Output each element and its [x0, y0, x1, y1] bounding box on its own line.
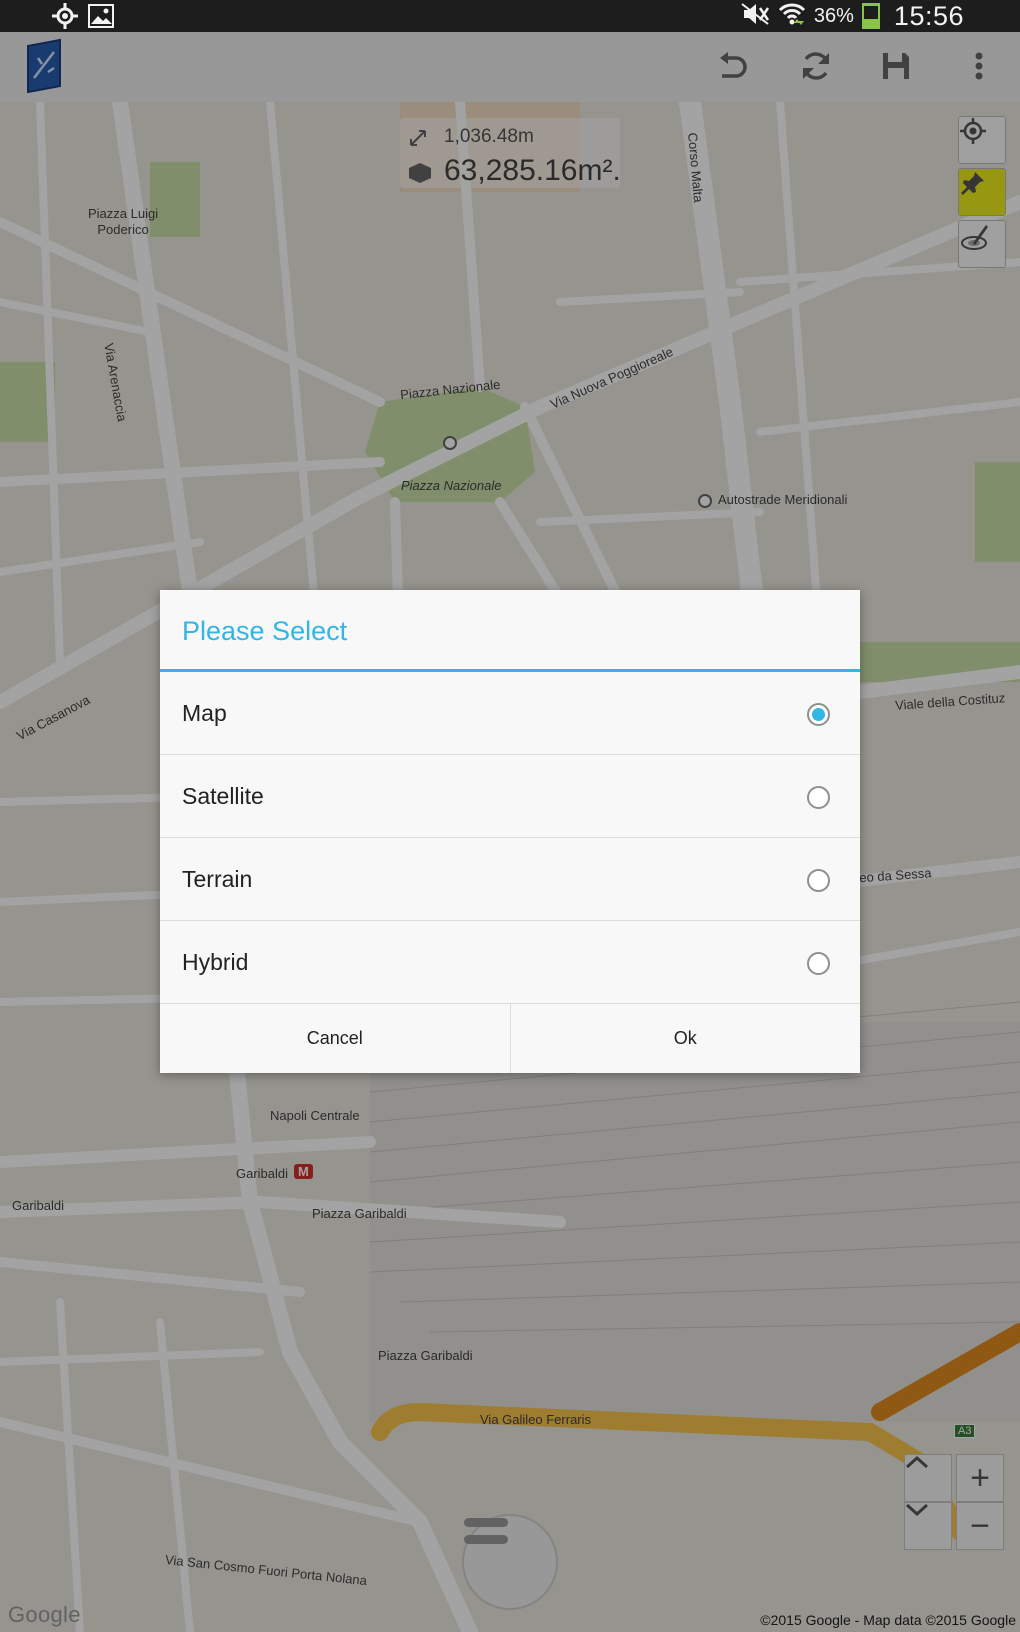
- gallery-icon: [88, 4, 114, 33]
- mute-icon: [740, 2, 770, 31]
- radio-hybrid[interactable]: [807, 952, 830, 975]
- option-satellite[interactable]: Satellite: [160, 755, 860, 838]
- option-label: Satellite: [182, 783, 264, 809]
- option-terrain[interactable]: Terrain: [160, 838, 860, 921]
- radio-satellite[interactable]: [807, 786, 830, 809]
- radio-terrain[interactable]: [807, 869, 830, 892]
- option-label: Terrain: [182, 866, 253, 892]
- dialog-title: Please Select: [182, 616, 348, 646]
- cancel-button[interactable]: Cancel: [160, 1004, 510, 1073]
- battery-icon: [861, 3, 880, 29]
- ok-button[interactable]: Ok: [509, 1004, 861, 1073]
- map-type-dialog: Please Select Map Satellite Terrain Hybr…: [160, 590, 860, 1073]
- wifi-icon: [778, 1, 806, 32]
- dialog-button-bar: Cancel Ok: [160, 1003, 860, 1073]
- option-map[interactable]: Map: [160, 672, 860, 755]
- location-icon: [52, 3, 78, 34]
- option-label: Map: [182, 700, 227, 726]
- option-hybrid[interactable]: Hybrid: [160, 921, 860, 1004]
- clock: 15:56: [893, 0, 964, 31]
- status-bar: 36% 15:56: [0, 0, 1020, 32]
- radio-map[interactable]: [807, 703, 830, 726]
- battery-percent: 36%: [813, 4, 854, 27]
- option-label: Hybrid: [182, 949, 249, 975]
